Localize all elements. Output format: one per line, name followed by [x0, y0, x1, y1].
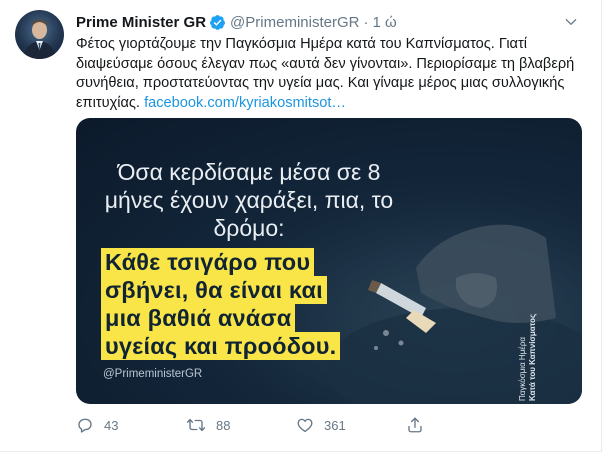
reply-count: 43 — [104, 417, 119, 433]
reply-icon — [78, 418, 92, 433]
image-intro-text: Όσα κερδίσαμε μέσα σε 8 μήνες έχουν χαρά… — [104, 159, 394, 241]
more-options-chevron-down-icon[interactable] — [561, 12, 581, 32]
header-separator: · — [363, 13, 369, 31]
tweet-header: Prime Minister GR @PrimeministerGR · 1 ώ — [76, 12, 561, 32]
image-side-text-1: Παγκόσμια Ημέρα — [518, 336, 527, 401]
image-highlight-line-4: υγείας και προόδου. — [101, 332, 341, 360]
verified-badge-icon — [209, 14, 226, 31]
author-handle[interactable]: @PrimeministerGR — [230, 14, 359, 31]
like-count: 361 — [324, 417, 346, 433]
retweet-icon — [186, 418, 206, 432]
heart-icon — [297, 418, 313, 433]
image-side-caption: Παγκόσμια Ημέρα Κατά του Καπνίσματος — [514, 314, 574, 403]
image-highlight-line-3: μια βαθιά ανάσα — [101, 304, 296, 332]
tweet-image[interactable]: Όσα κερδίσαμε μέσα σε 8 μήνες έχουν χαρά… — [76, 118, 582, 404]
author-name[interactable]: Prime Minister GR — [76, 14, 206, 31]
tweet-actions: 43 88 361 — [76, 414, 516, 436]
share-icon — [408, 417, 422, 433]
avatar-portrait-icon — [23, 19, 56, 59]
retweet-button[interactable]: 88 — [186, 416, 296, 434]
retweet-count: 88 — [216, 417, 231, 433]
tweet-text: Φέτος γιορτάζουμε την Παγκόσμια Ημέρα κα… — [76, 35, 576, 113]
image-highlight-line-1: Κάθε τσιγάρο που — [101, 248, 315, 276]
image-side-text-2: Κατά του Καπνίσματος — [528, 313, 537, 401]
image-signature: @PrimeministerGR — [103, 368, 203, 380]
reply-button[interactable]: 43 — [76, 416, 186, 434]
share-button[interactable] — [406, 416, 516, 434]
tweet-link[interactable]: facebook.com/kyriakosmitsot… — [144, 95, 346, 111]
tweet[interactable]: Prime Minister GR @PrimeministerGR · 1 ώ… — [0, 0, 602, 452]
avatar[interactable] — [15, 10, 64, 59]
like-button[interactable]: 361 — [296, 416, 406, 434]
image-highlight-line-2: σβήνει, θα είναι και — [101, 276, 327, 304]
tweet-timestamp[interactable]: 1 ώ — [372, 14, 396, 31]
